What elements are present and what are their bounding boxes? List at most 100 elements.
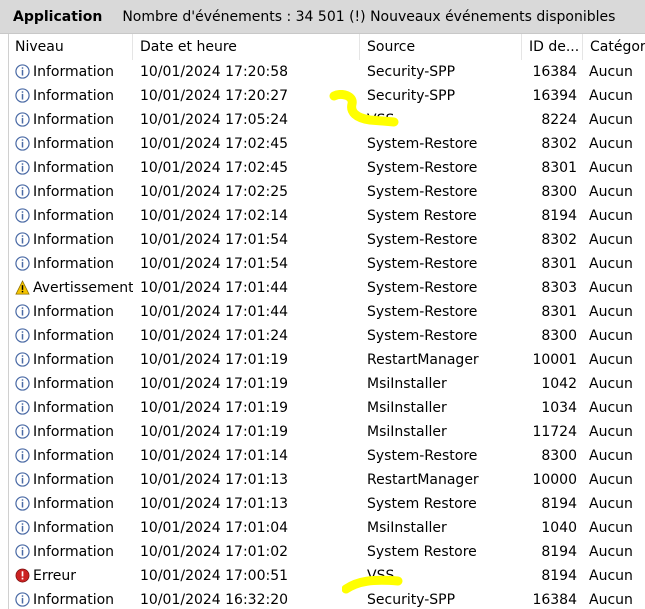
level-cell: Information: [15, 420, 133, 444]
event-id-cell: 10000: [532, 472, 577, 488]
source-cell: MsiInstaller: [367, 400, 447, 416]
level-cell: Information: [15, 132, 133, 156]
category-cell: Aucun: [589, 376, 633, 392]
table-row[interactable]: Information 10/01/2024 17:20:58 Security-S…: [9, 60, 645, 84]
column-level[interactable]: Niveau: [9, 34, 133, 60]
source-cell: System-Restore: [367, 232, 478, 248]
level-cell: Information: [15, 300, 133, 324]
table-row[interactable]: Information 10/01/2024 17:01:54 System-Res…: [9, 228, 645, 252]
source-cell: System-Restore: [367, 160, 478, 176]
info-icon: [15, 208, 30, 223]
table-row[interactable]: Information 10/01/2024 17:01:19 MsiInstall…: [9, 396, 645, 420]
table-row[interactable]: Information 10/01/2024 17:01:19 MsiInstall…: [9, 420, 645, 444]
date-cell: 10/01/2024 17:01:54: [140, 256, 289, 272]
date-cell: 10/01/2024 17:01:14: [140, 448, 289, 464]
column-source[interactable]: Source: [361, 34, 522, 60]
event-id-cell: 10001: [532, 352, 577, 368]
info-icon: [15, 88, 30, 103]
level-cell: Information: [15, 348, 133, 372]
table-row[interactable]: Information 10/01/2024 17:01:44 System-Res…: [9, 300, 645, 324]
table-row[interactable]: Information 10/01/2024 16:32:20 Security-S…: [9, 588, 645, 609]
category-cell: Aucun: [589, 472, 633, 488]
source-cell: System Restore: [367, 496, 477, 512]
level-text: Erreur: [33, 568, 77, 584]
table-row[interactable]: Information 10/01/2024 17:01:24 System-Res…: [9, 324, 645, 348]
event-id-cell: 8194: [541, 568, 577, 584]
date-cell: 10/01/2024 17:01:19: [140, 400, 289, 416]
event-id-cell: 8300: [541, 328, 577, 344]
source-cell: System-Restore: [367, 448, 478, 464]
category-cell: Aucun: [589, 232, 633, 248]
table-row[interactable]: Information 10/01/2024 17:01:13 RestartMan…: [9, 468, 645, 492]
date-cell: 10/01/2024 17:01:54: [140, 232, 289, 248]
table-row[interactable]: Erreur 10/01/2024 17:00:51 VSS 8194 Aucun: [9, 564, 645, 588]
date-cell: 10/01/2024 17:01:19: [140, 352, 289, 368]
event-id-cell: 8300: [541, 184, 577, 200]
category-cell: Aucun: [589, 400, 633, 416]
event-id-cell: 8194: [541, 208, 577, 224]
category-cell: Aucun: [589, 352, 633, 368]
level-text: Information: [33, 376, 115, 392]
table-row[interactable]: Information 10/01/2024 17:01:02 System Res…: [9, 540, 645, 564]
table-row[interactable]: Information 10/01/2024 17:02:45 System-Res…: [9, 156, 645, 180]
info-icon: [15, 328, 30, 343]
level-text: Information: [33, 64, 115, 80]
category-cell: Aucun: [589, 208, 633, 224]
info-icon: [15, 496, 30, 511]
info-icon: [15, 424, 30, 439]
source-cell: System-Restore: [367, 304, 478, 320]
source-cell: RestartManager: [367, 472, 479, 488]
event-id-cell: 8224: [541, 112, 577, 128]
column-date[interactable]: Date et heure: [134, 34, 360, 60]
event-id-cell: 8301: [541, 256, 577, 272]
info-icon: [15, 520, 30, 535]
table-row[interactable]: Information 10/01/2024 17:01:14 System-Res…: [9, 444, 645, 468]
event-id-cell: 1042: [541, 376, 577, 392]
table-row[interactable]: Information 10/01/2024 17:01:04 MsiInstall…: [9, 516, 645, 540]
level-text: Information: [33, 448, 115, 464]
info-icon: [15, 256, 30, 271]
source-cell: System-Restore: [367, 328, 478, 344]
table-row[interactable]: Information 10/01/2024 17:02:14 System Res…: [9, 204, 645, 228]
source-cell: System-Restore: [367, 256, 478, 272]
category-cell: Aucun: [589, 520, 633, 536]
level-text: Information: [33, 112, 115, 128]
category-cell: Aucun: [589, 424, 633, 440]
level-cell: Information: [15, 588, 133, 609]
column-category[interactable]: Catégori: [584, 34, 645, 60]
category-cell: Aucun: [589, 64, 633, 80]
date-cell: 10/01/2024 17:20:58: [140, 64, 289, 80]
column-id[interactable]: ID de...: [523, 34, 583, 60]
level-cell: Information: [15, 396, 133, 420]
table-row[interactable]: Information 10/01/2024 17:01:13 System Res…: [9, 492, 645, 516]
table-row[interactable]: Avertissement 10/01/2024 17:01:44 System-R…: [9, 276, 645, 300]
level-cell: Information: [15, 540, 133, 564]
info-icon: [15, 472, 30, 487]
table-row[interactable]: Information 10/01/2024 17:02:25 System-Res…: [9, 180, 645, 204]
category-cell: Aucun: [589, 280, 633, 296]
level-cell: Information: [15, 252, 133, 276]
yellow-highlight-mark: [329, 90, 399, 127]
table-row[interactable]: Information 10/01/2024 17:01:54 System-Res…: [9, 252, 645, 276]
level-cell: Information: [15, 492, 133, 516]
category-cell: Aucun: [589, 184, 633, 200]
category-cell: Aucun: [589, 160, 633, 176]
info-icon: [15, 184, 30, 199]
info-icon: [15, 376, 30, 391]
level-text: Information: [33, 400, 115, 416]
level-cell: Information: [15, 228, 133, 252]
table-row[interactable]: Information 10/01/2024 17:02:45 System-Res…: [9, 132, 645, 156]
date-cell: 10/01/2024 17:02:14: [140, 208, 289, 224]
level-cell: Erreur: [15, 564, 133, 588]
level-text: Information: [33, 256, 115, 272]
date-cell: 10/01/2024 17:02:25: [140, 184, 289, 200]
info-icon: [15, 160, 30, 175]
event-count-text[interactable]: Nombre d'événements : 34 501 (!) Nouveau…: [122, 9, 615, 25]
table-row[interactable]: Information 10/01/2024 17:01:19 RestartMan…: [9, 348, 645, 372]
column-header-row: Niveau Date et heure Source ID de... Cat…: [9, 34, 645, 60]
level-cell: Information: [15, 84, 133, 108]
app-header: Application Nombre d'événements : 34 501…: [0, 0, 645, 34]
source-cell: System-Restore: [367, 184, 478, 200]
table-row[interactable]: Information 10/01/2024 17:01:19 MsiInstall…: [9, 372, 645, 396]
category-cell: Aucun: [589, 256, 633, 272]
